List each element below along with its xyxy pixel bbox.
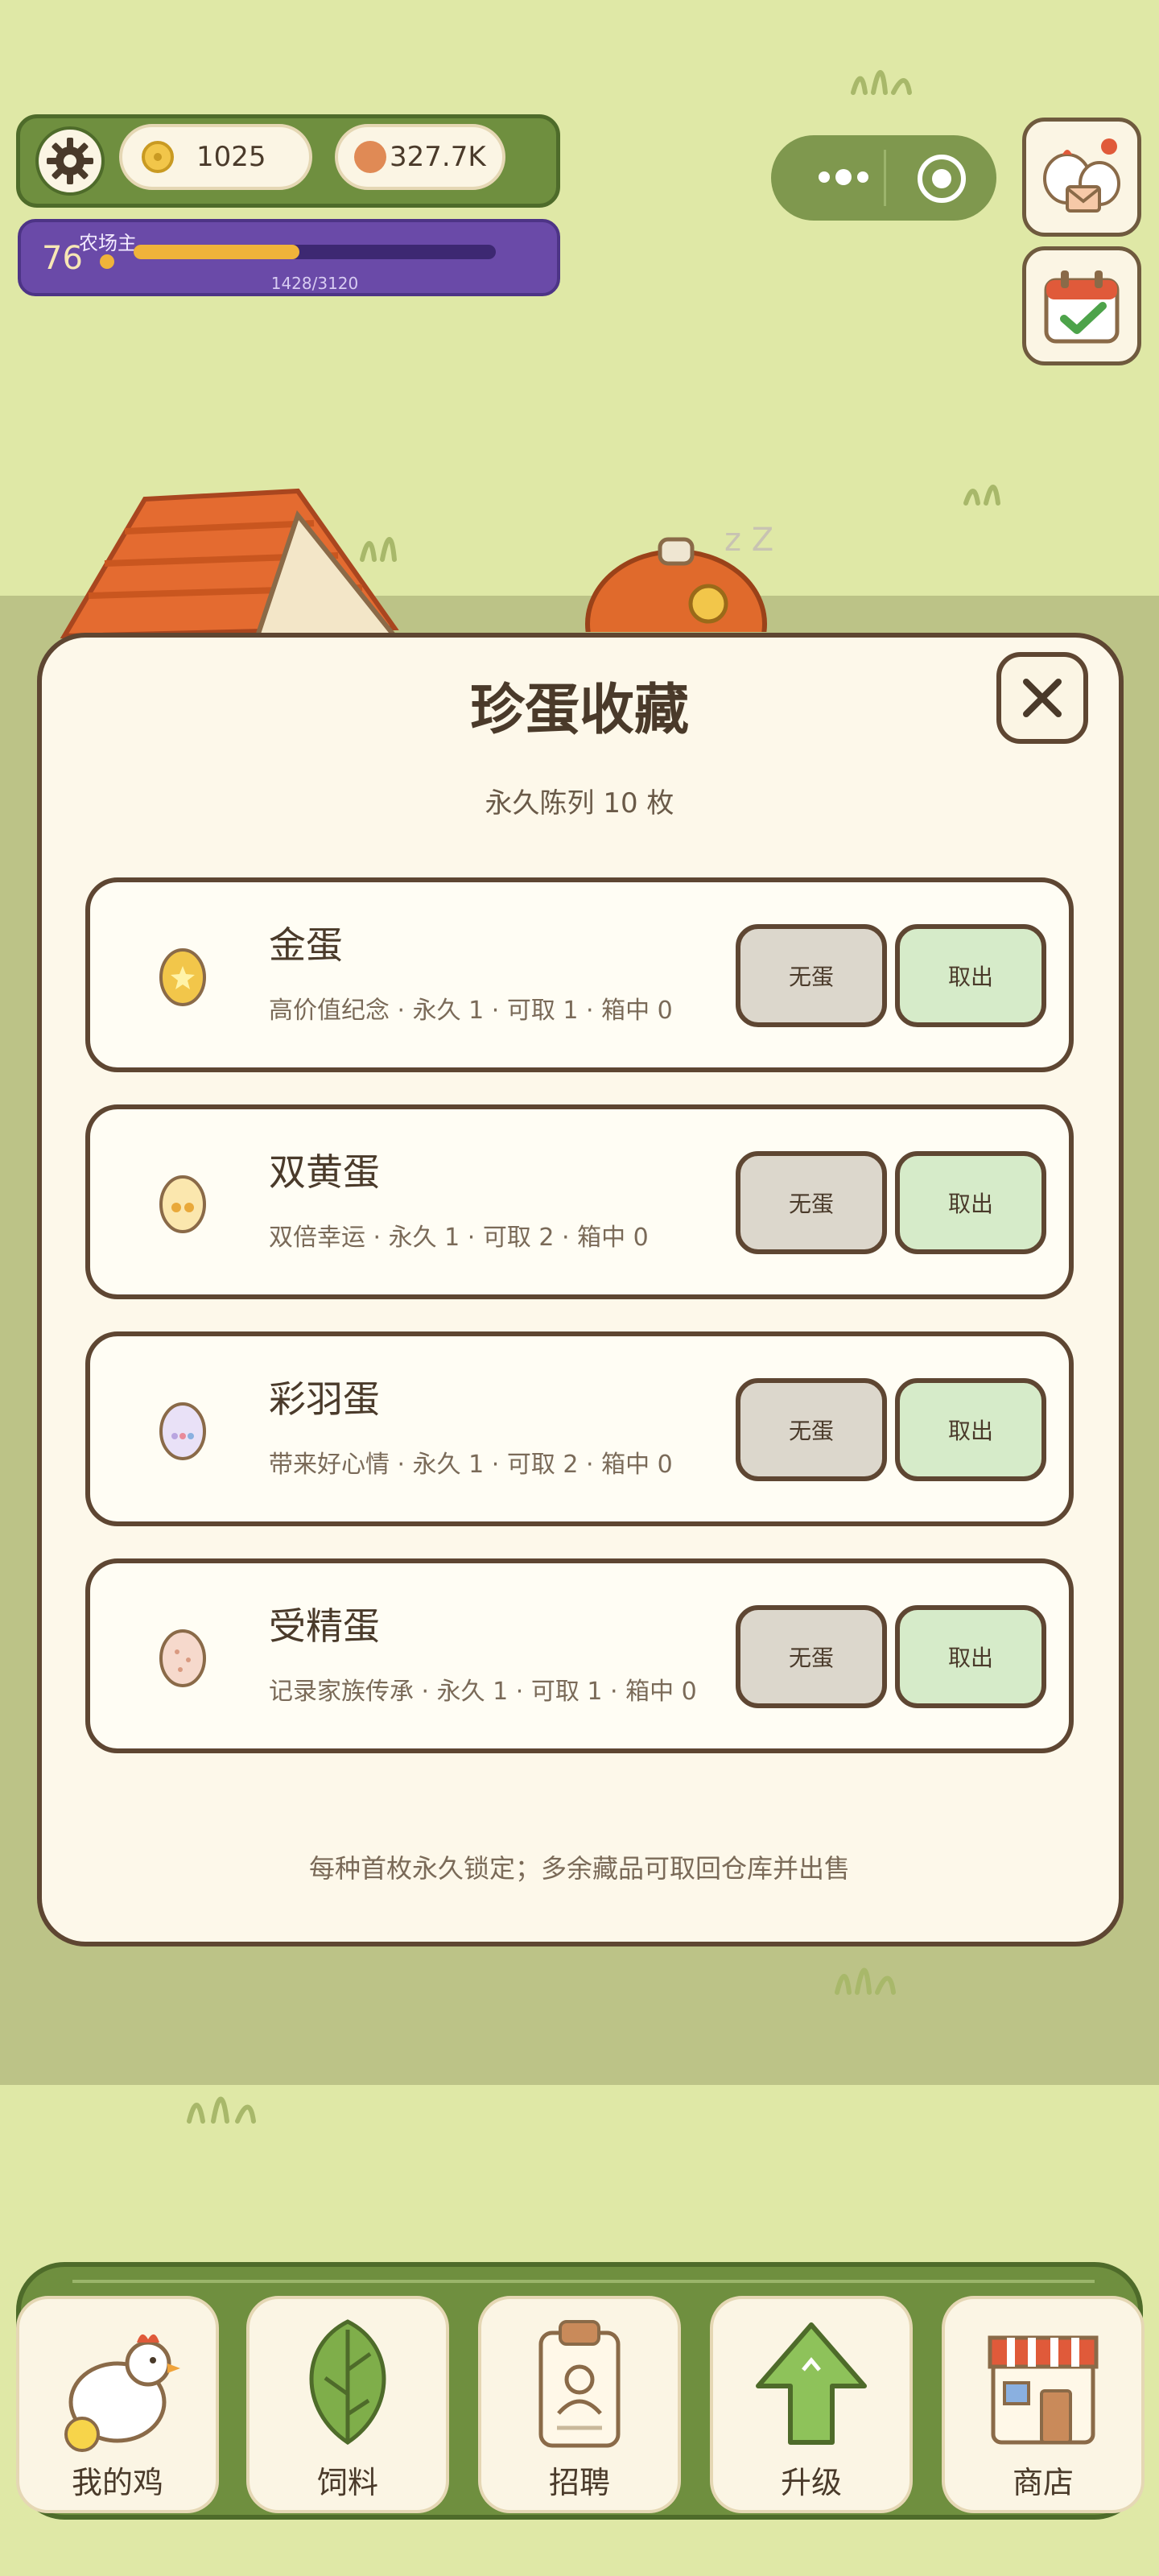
chicken-mail-icon (1043, 138, 1120, 213)
egg-description: 记录家族传承 · 永久 1 · 可取 1 · 箱中 0 (269, 1678, 697, 1706)
no-egg-button[interactable]: 无蛋 (736, 1151, 887, 1254)
grass-tuft-icon (963, 485, 1000, 506)
leaf-icon (309, 2319, 386, 2446)
egg-description: 带来好心情 · 永久 1 · 可取 2 · 箱中 0 (269, 1451, 673, 1479)
calendar-check-icon (1044, 270, 1120, 344)
daily-checkin-button[interactable] (1022, 246, 1141, 365)
take-out-button[interactable]: 取出 (895, 924, 1046, 1027)
double-yolk-egg-icon (159, 1175, 206, 1233)
nav-shop[interactable]: 商店 (942, 2296, 1145, 2513)
egg-name: 金蛋 (269, 923, 343, 967)
nav-label: 商店 (1012, 2465, 1074, 2500)
xp-text: 1428/3120 (270, 274, 359, 293)
up-arrow-icon (756, 2322, 867, 2445)
grass-tuft-icon (835, 1967, 896, 1995)
copper-amount: 327.7K (390, 141, 486, 173)
copper-coin-icon (354, 141, 386, 173)
nav-upgrade[interactable]: 升级 (710, 2296, 913, 2513)
egg-card-feather: 彩羽蛋 带来好心情 · 永久 1 · 可取 2 · 箱中 0 无蛋 取出 (85, 1331, 1074, 1526)
egg-name: 受精蛋 (269, 1604, 380, 1648)
egg-card-fertilized: 受精蛋 记录家族传承 · 永久 1 · 可取 1 · 箱中 0 无蛋 取出 (85, 1558, 1074, 1753)
copper-counter: 327.7K (335, 124, 505, 190)
nav-label: 我的鸡 (71, 2465, 163, 2500)
capsule-divider (884, 150, 886, 206)
take-out-button[interactable]: 取出 (895, 1605, 1046, 1708)
coin-amount: 1025 (196, 141, 266, 173)
egg-description: 双倍幸运 · 永久 1 · 可取 2 · 箱中 0 (269, 1224, 649, 1252)
nav-divider (72, 2280, 1095, 2283)
sleep-zzz-icon: z Z (724, 522, 774, 559)
xp-progress-fill (134, 245, 300, 259)
no-egg-button[interactable]: 无蛋 (736, 1605, 887, 1708)
gear-icon (47, 138, 93, 184)
no-egg-button[interactable]: 无蛋 (736, 924, 887, 1027)
more-options-icon[interactable] (803, 153, 884, 201)
xp-dot-icon (100, 254, 114, 269)
level-number: 76 (42, 240, 83, 277)
take-out-button[interactable]: 取出 (895, 1378, 1046, 1481)
nav-recruit[interactable]: 招聘 (478, 2296, 681, 2513)
display-count: 永久陈列 10 枚 (485, 787, 674, 819)
nav-feed[interactable]: 饲料 (246, 2296, 449, 2513)
coin-counter: 1025 (119, 124, 312, 190)
egg-card-golden: 金蛋 高价值纪念 · 永久 1 · 可取 1 · 箱中 0 无蛋 取出 (85, 877, 1074, 1072)
farmhouse-roof (60, 488, 400, 639)
feather-egg-icon (159, 1402, 206, 1460)
grass-tuft-icon (851, 70, 912, 95)
close-button[interactable] (996, 652, 1088, 744)
golden-egg-icon (159, 948, 206, 1006)
close-icon (1023, 679, 1062, 717)
close-miniprogram-icon[interactable] (918, 155, 966, 203)
coin-icon (142, 141, 174, 173)
badge-icon (538, 2320, 621, 2448)
dialog-footer-note: 每种首枚永久锁定；多余藏品可取回仓库并出售 (308, 1853, 850, 1884)
mail-button[interactable] (1022, 118, 1141, 237)
no-egg-button[interactable]: 无蛋 (736, 1378, 887, 1481)
egg-description: 高价值纪念 · 永久 1 · 可取 1 · 箱中 0 (269, 997, 673, 1025)
nav-label: 升级 (780, 2465, 842, 2500)
settings-button[interactable] (35, 126, 105, 196)
take-out-button[interactable]: 取出 (895, 1151, 1046, 1254)
xp-progress-bar (134, 245, 496, 259)
egg-name: 彩羽蛋 (269, 1377, 380, 1421)
egg-name: 双黄蛋 (269, 1150, 380, 1194)
nav-label: 招聘 (548, 2465, 610, 2500)
nav-my-chickens[interactable]: 我的鸡 (16, 2296, 219, 2513)
shop-icon (988, 2335, 1099, 2445)
grass-tuft-icon (187, 2096, 256, 2124)
level-title: 农场主 (79, 232, 137, 254)
dialog-title: 珍蛋收藏 (469, 679, 689, 742)
egg-card-double-yolk: 双黄蛋 双倍幸运 · 永久 1 · 可取 2 · 箱中 0 无蛋 取出 (85, 1104, 1074, 1299)
chicken-icon (64, 2334, 180, 2452)
nav-label: 饲料 (316, 2465, 378, 2500)
fertilized-egg-icon (159, 1629, 206, 1687)
